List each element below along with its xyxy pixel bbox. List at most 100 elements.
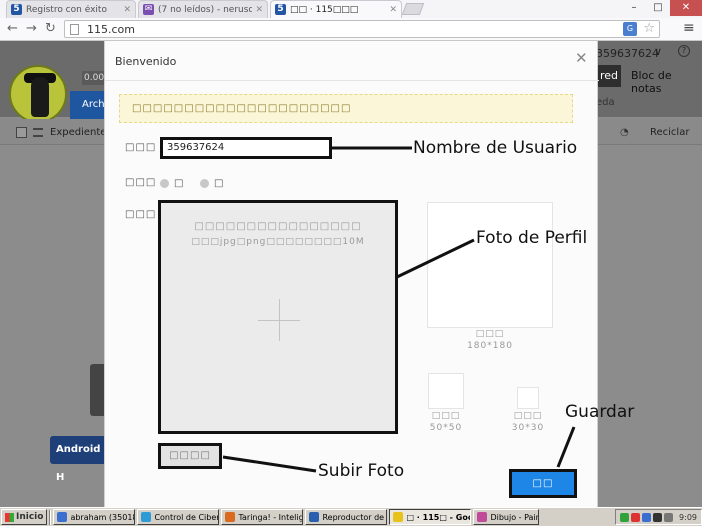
taskbar-item[interactable]: Taringa! - Intelig...: [221, 509, 304, 525]
annotation-upload: Subir Foto: [318, 461, 405, 481]
minimize-button[interactable]: –: [622, 0, 646, 16]
tab-title: Registro con éxito: [26, 4, 107, 15]
radio-icon: [160, 179, 169, 188]
forward-arrow-icon[interactable]: →: [26, 21, 37, 37]
preview-small-size: 30*30: [511, 423, 545, 433]
taskbar-item-label: abraham (35018...: [70, 512, 134, 522]
divider: [105, 80, 599, 81]
close-icon[interactable]: ✕: [389, 5, 397, 15]
taskbar-item-label: Reproductor de ...: [322, 512, 388, 522]
browser-tab-bar: 5 Registro con éxito ✕ ✉ (7 no leídos) -…: [0, 0, 702, 18]
new-tab-button[interactable]: [401, 3, 425, 15]
chat-icon: [57, 512, 68, 522]
taskbar-item[interactable]: Dibujo - Paint: [473, 509, 540, 525]
browser-tab-mail[interactable]: ✉ (7 no leídos) - nerusonkun - ✕: [138, 0, 268, 18]
taskbar-item-label: Taringa! - Intelig...: [238, 512, 304, 522]
window-controls: – □ ✕: [622, 0, 702, 18]
clock: 9:09: [679, 512, 697, 522]
help-icon[interactable]: ?: [678, 45, 690, 57]
notice-banner: □□□□□□□□□□□□□□□□□□□□□: [119, 94, 573, 123]
taskbar-item[interactable]: Control de Ciber ...: [137, 509, 220, 525]
preview-medium-size: 50*50: [429, 423, 463, 433]
preview-medium: [428, 373, 464, 409]
gender-radio-2[interactable]: □: [200, 178, 223, 189]
taskbar-separator: [49, 509, 52, 525]
translate-icon[interactable]: G: [623, 22, 637, 36]
dialog-title: Bienvenido: [115, 55, 177, 68]
tray-icon[interactable]: [631, 512, 641, 522]
reload-icon[interactable]: ↻: [45, 21, 56, 37]
tab-red[interactable]: red: [597, 65, 621, 87]
media-player-icon: [309, 512, 320, 522]
115-logo-icon: 5: [275, 4, 286, 15]
close-window-button[interactable]: ✕: [670, 0, 702, 16]
android-download-button[interactable]: Android H: [50, 436, 110, 483]
close-icon[interactable]: ✕: [575, 51, 588, 66]
mail-icon: ✉: [143, 4, 154, 15]
tray-icon[interactable]: [653, 512, 663, 522]
gender-radio-1[interactable]: □: [160, 178, 183, 189]
windows-logo-icon: [5, 512, 14, 522]
tray-icon[interactable]: [620, 512, 630, 522]
page-icon: [70, 24, 79, 35]
photo-format-hint: □□□jpg□png□□□□□□□□10M: [191, 237, 365, 247]
chevron-down-icon[interactable]: ∨: [654, 45, 662, 58]
annotation-username: Nombre de Usuario: [413, 138, 578, 158]
annotation-save: Guardar: [565, 402, 635, 422]
photo-label: □□□: [125, 209, 157, 220]
list-view-icon[interactable]: [33, 128, 43, 137]
bookmark-star-icon[interactable]: ☆: [643, 21, 655, 36]
username-label: □□□: [125, 142, 157, 153]
chrome-menu-icon[interactable]: ≡: [683, 20, 695, 36]
photo-hint: □□□□□□□□□□□□□□□□: [194, 221, 362, 232]
start-label: Inicio: [16, 512, 44, 522]
address-bar[interactable]: 115.com G ☆: [64, 20, 660, 38]
preview-medium-label: □□□: [431, 411, 461, 421]
radio-icon: [200, 179, 209, 188]
tab-title: (7 no leídos) - nerusonkun -: [158, 4, 252, 15]
firefox-icon: [225, 512, 236, 522]
select-all-checkbox[interactable]: [16, 127, 27, 138]
preview-large: [427, 202, 553, 328]
expediente-label[interactable]: Expediente: [50, 127, 106, 138]
preview-small: [517, 387, 539, 409]
app-icon: [141, 512, 152, 522]
close-icon[interactable]: ✕: [255, 5, 263, 15]
gender-label: □□□: [125, 177, 157, 188]
upload-photo-button[interactable]: □□□□: [158, 443, 222, 469]
preview-small-label: □□□: [513, 411, 543, 421]
taskbar: Inicio abraham (35018... Control de Cibe…: [0, 507, 702, 526]
recycle-bin-link[interactable]: Reciclar: [650, 127, 689, 138]
close-icon[interactable]: ✕: [123, 5, 131, 15]
speaker-icon[interactable]: [664, 512, 674, 522]
browser-tab-registro[interactable]: 5 Registro con éxito ✕: [6, 0, 136, 18]
radio-label: □: [174, 178, 184, 189]
photo-upload-area[interactable]: □□□□□□□□□□□□□□□□ □□□jpg□png□□□□□□□□10M: [158, 200, 398, 434]
tab-notes[interactable]: Bloc de notas: [631, 69, 702, 95]
paint-icon: [477, 512, 488, 522]
taskbar-item-label: Control de Ciber ...: [154, 512, 220, 522]
taskbar-item-label: Dibujo - Paint: [490, 512, 540, 522]
save-button[interactable]: □□: [509, 469, 577, 498]
username-field[interactable]: 359637624: [160, 137, 332, 159]
maximize-button[interactable]: □: [646, 0, 670, 16]
taskbar-item-active[interactable]: □ · 115□ - Goo...: [389, 509, 472, 525]
user-id[interactable]: 359637624: [596, 47, 659, 60]
annotation-photo: Foto de Perfil: [476, 228, 588, 248]
preview-large-size: 180*180: [467, 341, 513, 351]
tray-icon[interactable]: [642, 512, 652, 522]
avatar[interactable]: [9, 65, 67, 123]
back-arrow-icon[interactable]: ←: [7, 21, 18, 37]
browser-tab-115[interactable]: 5 □□ · 115□□□ ✕: [270, 0, 402, 18]
browser-toolbar: ← → ↻ 115.com G ☆ ≡: [0, 18, 702, 41]
welcome-dialog: Bienvenido ✕ □□□□□□□□□□□□□□□□□□□□□ □□□ 3…: [104, 41, 599, 507]
tab-title: □□ · 115□□□: [290, 4, 359, 15]
taskbar-item[interactable]: abraham (35018...: [53, 509, 136, 525]
system-tray: 9:09: [615, 509, 702, 525]
figure-shape: [31, 77, 49, 117]
url-text: 115.com: [87, 23, 135, 36]
search-hint[interactable]: eda: [596, 97, 615, 108]
taskbar-item[interactable]: Reproductor de ...: [305, 509, 388, 525]
start-button[interactable]: Inicio: [1, 509, 48, 525]
gauge-icon: ◔: [620, 127, 629, 138]
